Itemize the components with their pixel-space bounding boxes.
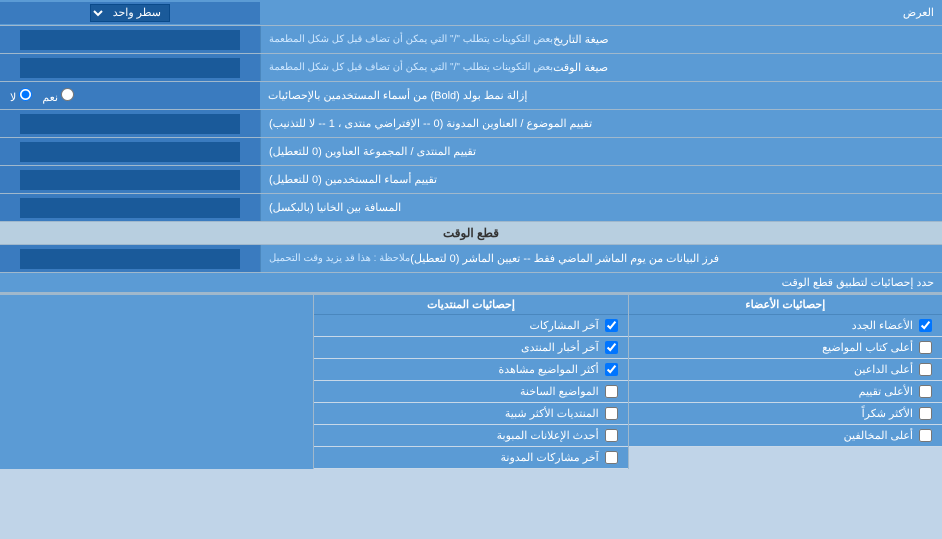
forum-order-row: تقييم المنتدى / المجموعة العناوين (0 للت… (0, 138, 942, 166)
date-format-label: صيغة التاريخ بعض التكوينات يتطلب "/" الت… (260, 26, 942, 53)
stats-posts-lbl-6: آخر مشاركات المدونة (501, 451, 599, 464)
stats-members-lbl-5: أعلى المخالفين (844, 429, 913, 442)
stats-members-lbl-4: الأكثر شكراً (862, 407, 913, 420)
stats-posts-header: إحصائيات المنتديات (314, 295, 627, 315)
stats-posts-lbl-3: المواضيع الساخنة (520, 385, 599, 398)
forum-order-field[interactable]: 33 (20, 142, 240, 162)
forum-order-label: تقييم المنتدى / المجموعة العناوين (0 للت… (260, 138, 942, 165)
stats-members-lbl-1: أعلى كتاب المواضيع (822, 341, 913, 354)
stats-posts-lbl-4: المنتديات الأكثر شبية (505, 407, 599, 420)
stats-posts-item-2: أكثر المواضيع مشاهدة (314, 359, 627, 381)
stats-section: إحصائيات الأعضاء الأعضاء الجدد أعلى كتاب… (0, 293, 942, 469)
cutoff-days-label: فرز البيانات من يوم الماشر الماضي فقط --… (260, 245, 942, 272)
stats-posts-col: إحصائيات المنتديات آخر المشاركات آخر أخب… (313, 295, 627, 469)
stats-members-cb-4[interactable] (919, 407, 932, 420)
topics-order-row: تقييم الموضوع / العناوين المدونة (0 -- ا… (0, 110, 942, 138)
stats-members-col: إحصائيات الأعضاء الأعضاء الجدد أعلى كتاب… (628, 295, 942, 469)
cutoff-days-field[interactable]: 0 (20, 249, 240, 269)
stats-members-cb-1[interactable] (919, 341, 932, 354)
topics-order-field[interactable]: 33 (20, 114, 240, 134)
stats-members-lbl-0: الأعضاء الجدد (852, 319, 913, 332)
bold-remove-label: إزالة نمط بولد (Bold) من أسماء المستخدمي… (260, 82, 942, 109)
stats-posts-cb-0[interactable] (605, 319, 618, 332)
users-order-field[interactable]: 0 (20, 170, 240, 190)
cutoff-days-row: فرز البيانات من يوم الماشر الماضي فقط --… (0, 245, 942, 273)
main-container: العرض سطر واحد سطران ثلاثة أسطر صيغة الت… (0, 0, 942, 469)
date-format-row: صيغة التاريخ بعض التكوينات يتطلب "/" الت… (0, 26, 942, 54)
bold-no-radio[interactable] (19, 88, 32, 101)
cutoff-days-input: 0 (0, 245, 260, 272)
limit-stats-label: حدد إحصائيات لتطبيق قطع الوقت (0, 273, 942, 293)
bold-remove-row: إزالة نمط بولد (Bold) من أسماء المستخدمي… (0, 82, 942, 110)
bold-no-label: لا (10, 88, 32, 104)
stats-members-header: إحصائيات الأعضاء (629, 295, 942, 315)
stats-members-item-4: الأكثر شكراً (629, 403, 942, 425)
stats-members-item-5: أعلى المخالفين (629, 425, 942, 447)
users-order-row: تقييم أسماء المستخدمين (0 للتعطيل) 0 (0, 166, 942, 194)
stats-members-item-3: الأعلى تقييم (629, 381, 942, 403)
time-format-row: صيغة الوقت بعض التكوينات يتطلب "/" التي … (0, 54, 942, 82)
stats-members-cb-3[interactable] (919, 385, 932, 398)
stats-posts-lbl-1: آخر أخبار المنتدى (521, 341, 599, 354)
distance-field[interactable]: 2 (20, 198, 240, 218)
stats-posts-item-0: آخر المشاركات (314, 315, 627, 337)
distance-row: المسافة بين الخانيا (بالبكسل) 2 (0, 194, 942, 222)
stats-posts-cb-2[interactable] (605, 363, 618, 376)
stats-members-cb-2[interactable] (919, 363, 932, 376)
stats-posts-lbl-2: أكثر المواضيع مشاهدة (498, 363, 598, 376)
stats-members-cb-5[interactable] (919, 429, 932, 442)
display-row: العرض سطر واحد سطران ثلاثة أسطر (0, 0, 942, 26)
stats-members-lbl-2: أعلى الداعين (854, 363, 913, 376)
stats-posts-item-5: أحدث الإعلانات المبوبة (314, 425, 627, 447)
stats-right-col (0, 295, 313, 469)
time-format-input: H:i (0, 54, 260, 81)
stats-posts-cb-6[interactable] (605, 451, 618, 464)
distance-label: المسافة بين الخانيا (بالبكسل) (260, 194, 942, 221)
forum-order-input: 33 (0, 138, 260, 165)
stats-posts-cb-1[interactable] (605, 341, 618, 354)
stats-posts-item-3: المواضيع الساخنة (314, 381, 627, 403)
display-input: سطر واحد سطران ثلاثة أسطر (0, 2, 260, 24)
date-format-field[interactable]: d-m (20, 30, 240, 50)
users-order-label: تقييم أسماء المستخدمين (0 للتعطيل) (260, 166, 942, 193)
time-format-field[interactable]: H:i (20, 58, 240, 78)
bold-yes-radio[interactable] (61, 88, 74, 101)
stats-posts-item-4: المنتديات الأكثر شبية (314, 403, 627, 425)
stats-posts-lbl-0: آخر المشاركات (530, 319, 599, 332)
stats-posts-cb-5[interactable] (605, 429, 618, 442)
stats-members-item-0: الأعضاء الجدد (629, 315, 942, 337)
stats-members-cb-0[interactable] (919, 319, 932, 332)
time-format-label: صيغة الوقت بعض التكوينات يتطلب "/" التي … (260, 54, 942, 81)
distance-input: 2 (0, 194, 260, 221)
topics-order-input: 33 (0, 110, 260, 137)
stats-posts-cb-3[interactable] (605, 385, 618, 398)
stats-posts-item-6: آخر مشاركات المدونة (314, 447, 627, 469)
stats-posts-cb-4[interactable] (605, 407, 618, 420)
date-format-input: d-m (0, 26, 260, 53)
display-select[interactable]: سطر واحد سطران ثلاثة أسطر (90, 4, 170, 22)
stats-members-item-1: أعلى كتاب المواضيع (629, 337, 942, 359)
bold-remove-input: نعم لا (0, 82, 260, 109)
bold-yes-label: نعم (42, 88, 74, 104)
stats-members-lbl-3: الأعلى تقييم (859, 385, 913, 398)
stats-posts-lbl-5: أحدث الإعلانات المبوبة (497, 429, 599, 442)
users-order-input: 0 (0, 166, 260, 193)
cutoff-section-header: قطع الوقت (0, 222, 942, 245)
stats-members-item-2: أعلى الداعين (629, 359, 942, 381)
stats-posts-item-1: آخر أخبار المنتدى (314, 337, 627, 359)
topics-order-label: تقييم الموضوع / العناوين المدونة (0 -- ا… (260, 110, 942, 137)
display-label: العرض (260, 3, 942, 22)
